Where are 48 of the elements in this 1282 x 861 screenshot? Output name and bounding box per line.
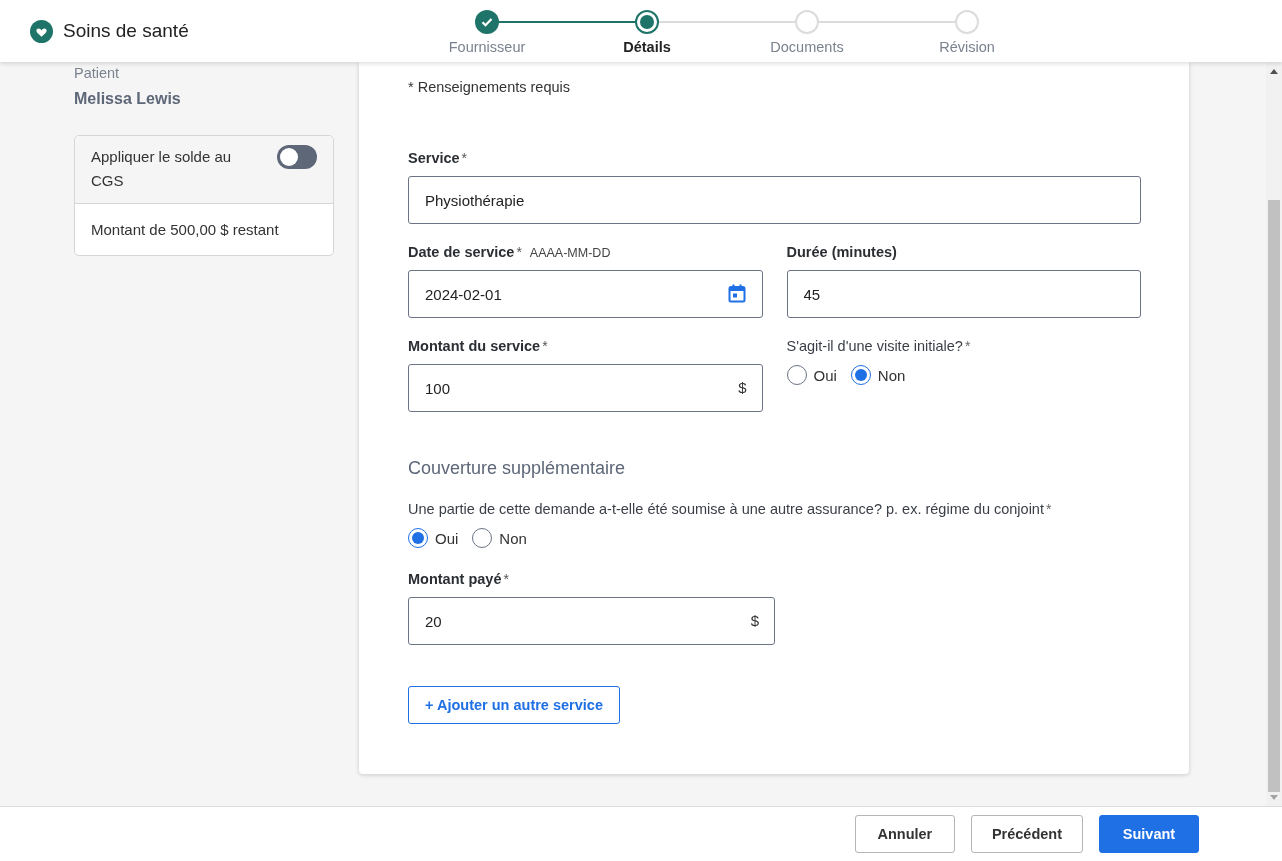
calendar-icon[interactable] — [727, 284, 746, 303]
currency-suffix: $ — [738, 379, 747, 396]
question-label: Une partie de cette demande a-t-elle été soumise à une autre assurance? p. ex. régime du conjoint — [408, 501, 1044, 517]
input-field[interactable]: 45 — [786, 270, 1141, 318]
patient-label: Patient — [74, 64, 121, 82]
radio-label[interactable]: Non — [499, 529, 527, 547]
format-hint: AAAA-MM-DD — [529, 246, 611, 260]
radio-button[interactable] — [408, 528, 428, 548]
add-service-button[interactable]: + Ajouter un autre service — [408, 686, 620, 724]
step-label: Fournisseur — [448, 39, 526, 55]
field-label: Service — [408, 150, 460, 166]
required-note: * Renseignements requis — [408, 78, 571, 97]
field-label: Date de service — [408, 244, 515, 260]
radio-button[interactable] — [472, 528, 493, 548]
currency-suffix: $ — [750, 612, 759, 629]
question-label: S'agit-il d'une visite initiale? — [786, 338, 963, 354]
required-mark: * — [503, 571, 509, 587]
field-label: Montant payé — [408, 571, 502, 587]
required-mark: * — [516, 244, 522, 260]
next-button[interactable]: Suivant — [1099, 815, 1199, 853]
radio-button[interactable] — [850, 365, 871, 385]
footer-button[interactable]: Précédent — [970, 815, 1083, 853]
scrollbar[interactable] — [1266, 62, 1282, 806]
date-field[interactable]: 2024-02-01 — [408, 270, 763, 318]
radio-label[interactable]: Oui — [435, 529, 459, 547]
step-label: Révision — [939, 39, 995, 55]
step-label: Détails — [623, 39, 671, 55]
radio-label[interactable]: Oui — [813, 366, 837, 384]
app-title: Soins de santé — [63, 20, 189, 42]
patient-name: Melissa Lewis — [74, 90, 182, 108]
input-field[interactable]: Physiothérapie — [408, 176, 1141, 224]
toggle-label: Appliquer le solde au CGS — [91, 147, 233, 191]
required-mark: * — [542, 338, 548, 354]
required-mark: * — [964, 338, 971, 354]
scrollbar-thumb[interactable] — [1268, 200, 1280, 792]
field-label: Montant du service — [408, 338, 541, 354]
remaining-balance: Montant de 500,00 $ restant — [90, 220, 280, 240]
heart-logo-icon — [30, 19, 53, 43]
radio-button[interactable] — [786, 365, 807, 385]
toggle-switch[interactable] — [277, 145, 317, 169]
scroll-up-icon[interactable] — [1270, 69, 1278, 74]
field-label: Durée (minutes) — [786, 244, 897, 260]
section-heading: Couverture supplémentaire — [408, 457, 627, 479]
radio-label[interactable]: Non — [877, 366, 906, 384]
footer-button[interactable]: Annuler — [854, 815, 955, 853]
required-mark: * — [461, 150, 468, 166]
required-mark: * — [1045, 501, 1052, 517]
step-label: Documents — [770, 39, 844, 55]
